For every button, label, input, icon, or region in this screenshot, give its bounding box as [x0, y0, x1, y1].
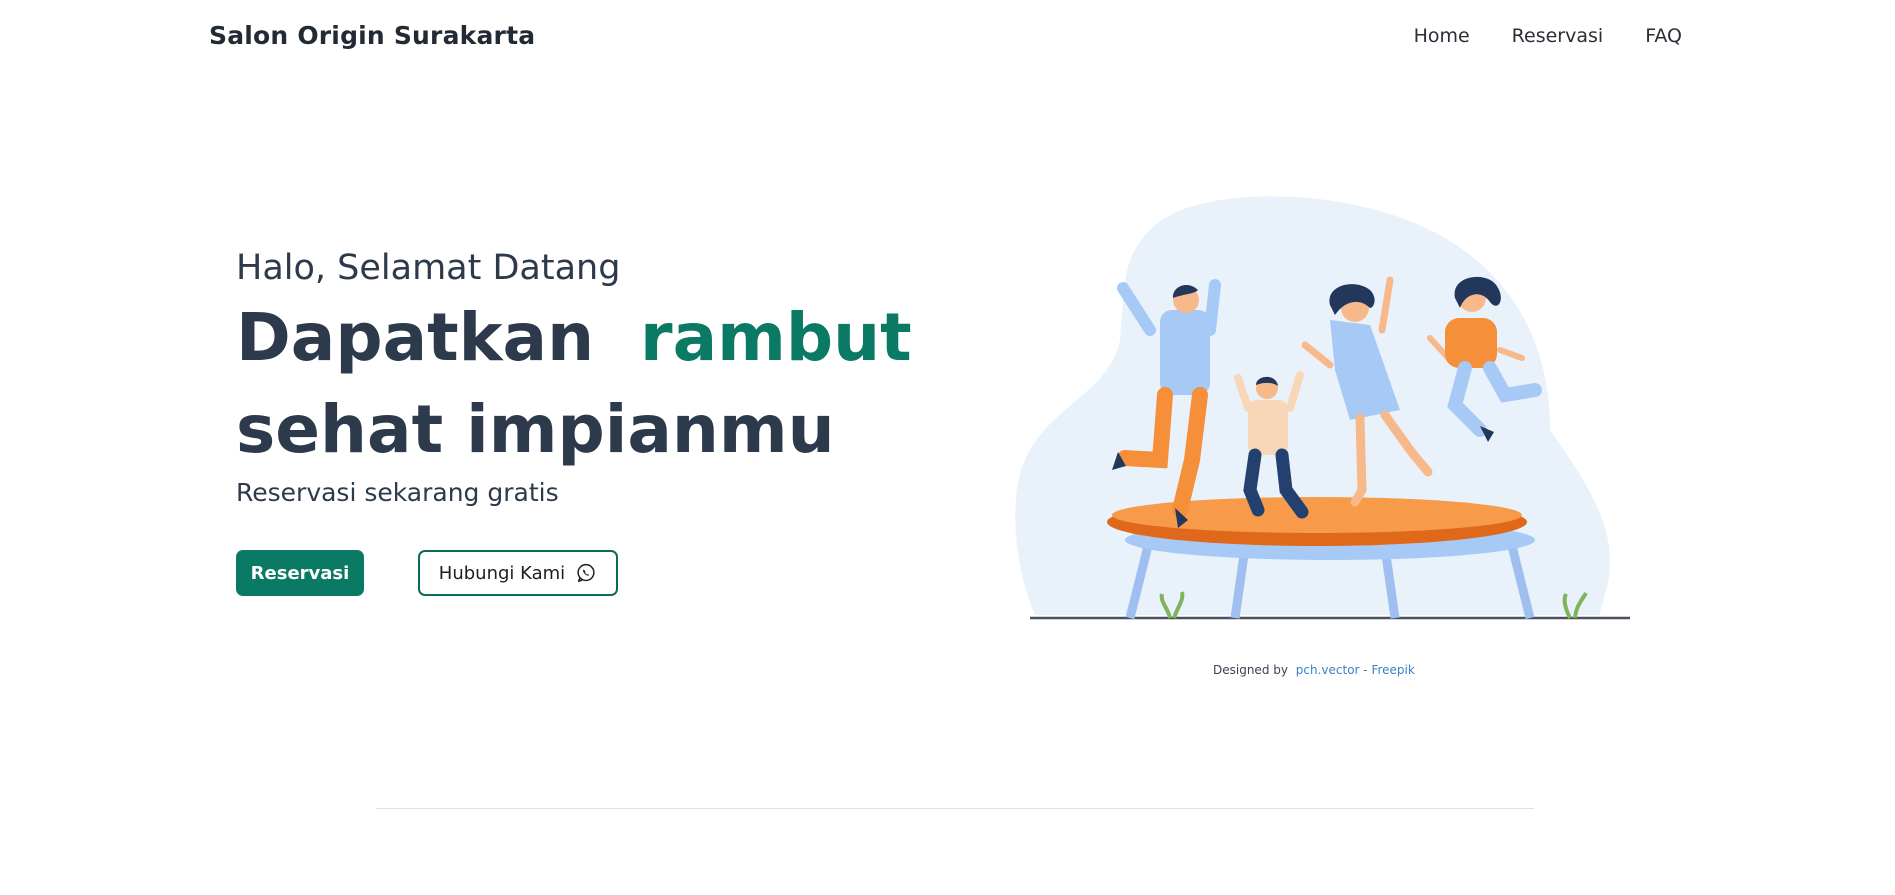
- family-trampoline-illustration: [1010, 190, 1630, 630]
- hero-subtitle: Reservasi sekarang gratis: [236, 478, 559, 507]
- whatsapp-icon: [575, 562, 597, 584]
- headline-part1: Dapatkan: [236, 299, 595, 376]
- hero-text: Halo, Selamat Datang Dapatkan rambut seh…: [236, 248, 936, 507]
- section-divider: [376, 808, 1534, 809]
- nav-link-reservasi[interactable]: Reservasi: [1512, 25, 1604, 47]
- nav-links: Home Reservasi FAQ: [1414, 25, 1682, 47]
- hubungi-kami-label: Hubungi Kami: [438, 562, 566, 584]
- hero-headline: Dapatkan rambut sehat impianmu: [236, 292, 936, 476]
- top-navbar: Salon Origin Surakarta Home Reservasi FA…: [0, 0, 1895, 74]
- nav-link-faq[interactable]: FAQ: [1645, 25, 1682, 47]
- reservasi-button[interactable]: Reservasi: [236, 550, 364, 596]
- brand-title[interactable]: Salon Origin Surakarta: [209, 21, 535, 50]
- headline-accent: rambut: [640, 299, 912, 376]
- hubungi-kami-button[interactable]: Hubungi Kami: [418, 550, 618, 596]
- headline-part2: sehat impianmu: [236, 391, 835, 468]
- credit-prefix: Designed by: [1213, 663, 1288, 677]
- nav-link-home[interactable]: Home: [1414, 25, 1470, 47]
- illustration-credit: Designed by pch.vector - Freepik: [1213, 663, 1415, 677]
- greeting-text: Halo, Selamat Datang: [236, 248, 621, 288]
- hero-buttons: Reservasi Hubungi Kami: [236, 550, 618, 596]
- credit-link[interactable]: pch.vector - Freepik: [1296, 663, 1415, 677]
